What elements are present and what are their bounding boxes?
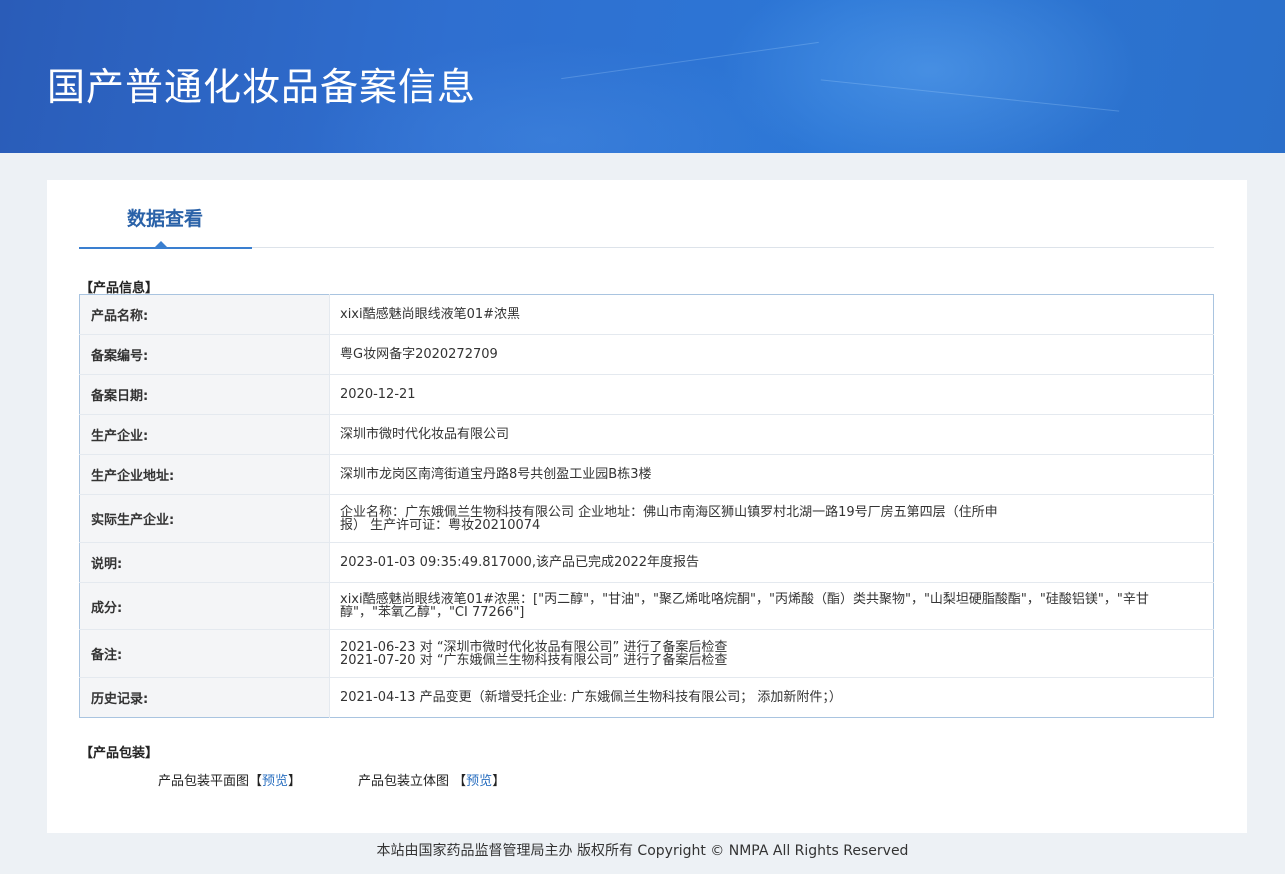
bracket-close: 】 bbox=[492, 774, 506, 789]
product-info-table: 产品名称: xixi酷感魅尚眼线液笔01#浓黑 备案编号: 粤G妆网备字2020… bbox=[79, 294, 1214, 718]
package-flat-label: 产品包装平面图 bbox=[158, 774, 250, 789]
table-row: 生产企业: 深圳市微时代化妆品有限公司 bbox=[79, 414, 1214, 455]
row-key: 生产企业地址: bbox=[79, 454, 330, 495]
row-key: 历史记录: bbox=[79, 677, 330, 718]
footer-copyright: 本站由国家药品监督管理局主办 版权所有 Copyright © NMPA All… bbox=[376, 843, 909, 859]
bracket-open: 【 bbox=[453, 774, 467, 789]
row-key: 产品名称: bbox=[79, 294, 330, 335]
table-row: 说明: 2023-01-03 09:35:49.817000,该产品已完成202… bbox=[79, 542, 1214, 583]
remark-line: 2021-07-20 对 “广东娥佩兰生物科技有限公司” 进行了备案后检查 bbox=[340, 652, 728, 668]
packaging-heading: 【产品包装】 bbox=[80, 746, 159, 761]
row-key: 备案编号: bbox=[79, 334, 330, 375]
package-flat-item: 产品包装平面图【预览】 bbox=[158, 770, 301, 789]
row-key: 备注: bbox=[79, 629, 330, 678]
table-row: 备案日期: 2020-12-21 bbox=[79, 374, 1214, 415]
row-key: 说明: bbox=[79, 542, 330, 583]
table-row: 历史记录: 2021-04-13 产品变更（新增受托企业: 广东娥佩兰生物科技有… bbox=[79, 677, 1214, 718]
remark-line: 2021-06-23 对 “深圳市微时代化妆品有限公司” 进行了备案后检查 bbox=[340, 639, 728, 655]
row-value: xixi酷感魅尚眼线液笔01#浓黑：["丙二醇"，"甘油"，"聚乙烯吡咯烷酮"，… bbox=[329, 582, 1214, 630]
row-value: 企业名称：广东娥佩兰生物科技有限公司 企业地址：佛山市南海区狮山镇罗村北湖一路1… bbox=[329, 494, 1214, 543]
bracket-close: 】 bbox=[288, 774, 302, 789]
table-row: 实际生产企业: 企业名称：广东娥佩兰生物科技有限公司 企业地址：佛山市南海区狮山… bbox=[79, 494, 1214, 543]
row-value: 粤G妆网备字2020272709 bbox=[329, 334, 1214, 375]
row-key: 实际生产企业: bbox=[79, 494, 330, 543]
tab-caret-icon bbox=[155, 241, 167, 247]
row-value: 深圳市龙岗区南湾街道宝丹路8号共创盈工业园B栋3楼 bbox=[329, 454, 1214, 495]
table-row: 成分: xixi酷感魅尚眼线液笔01#浓黑：["丙二醇"，"甘油"，"聚乙烯吡咯… bbox=[79, 582, 1214, 630]
header-banner: 国产普通化妆品备案信息 bbox=[0, 0, 1285, 153]
row-value: 2020-12-21 bbox=[329, 374, 1214, 415]
page-title: 国产普通化妆品备案信息 bbox=[47, 65, 477, 109]
table-row: 备注: 2021-06-23 对 “深圳市微时代化妆品有限公司” 进行了备案后检… bbox=[79, 629, 1214, 678]
table-row: 备案编号: 粤G妆网备字2020272709 bbox=[79, 334, 1214, 375]
preview-link[interactable]: 预览 bbox=[466, 774, 492, 789]
preview-link[interactable]: 预览 bbox=[262, 774, 288, 789]
tab-divider bbox=[252, 247, 1214, 248]
row-key: 成分: bbox=[79, 582, 330, 630]
bracket-open: 【 bbox=[249, 774, 263, 789]
row-value: xixi酷感魅尚眼线液笔01#浓黑 bbox=[329, 294, 1214, 335]
package-stereo-item: 产品包装立体图 【预览】 bbox=[358, 770, 505, 789]
row-value: 2021-04-13 产品变更（新增受托企业: 广东娥佩兰生物科技有限公司； 添… bbox=[340, 690, 842, 705]
row-value: 深圳市微时代化妆品有限公司 bbox=[329, 414, 1214, 455]
tab-active-indicator bbox=[79, 247, 252, 249]
package-stereo-label: 产品包装立体图 bbox=[358, 774, 450, 789]
row-value: 2023-01-03 09:35:49.817000,该产品已完成2022年度报… bbox=[329, 542, 1214, 583]
table-row: 生产企业地址: 深圳市龙岗区南湾街道宝丹路8号共创盈工业园B栋3楼 bbox=[79, 454, 1214, 495]
row-key: 生产企业: bbox=[79, 414, 330, 455]
row-value: 2021-06-23 对 “深圳市微时代化妆品有限公司” 进行了备案后检查 20… bbox=[329, 629, 1214, 678]
row-key: 备案日期: bbox=[79, 374, 330, 415]
table-row: 产品名称: xixi酷感魅尚眼线液笔01#浓黑 bbox=[79, 294, 1214, 335]
